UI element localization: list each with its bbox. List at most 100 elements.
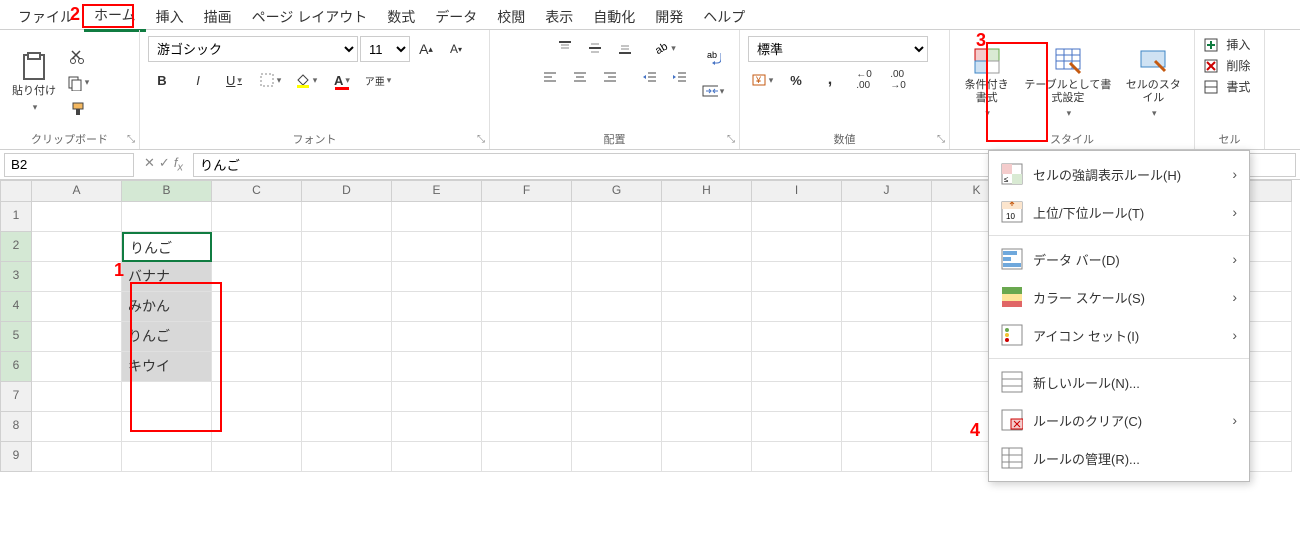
enter-formula-button[interactable]: ✓ — [159, 155, 170, 174]
cell-H2[interactable] — [662, 232, 752, 262]
col-header-C[interactable]: C — [212, 180, 302, 202]
cell-C2[interactable] — [212, 232, 302, 262]
cell-G9[interactable] — [572, 442, 662, 472]
cell-E9[interactable] — [392, 442, 482, 472]
cell-H4[interactable] — [662, 292, 752, 322]
format-cells-button[interactable]: 書式 — [1203, 78, 1250, 95]
cell-G3[interactable] — [572, 262, 662, 292]
cell-E1[interactable] — [392, 202, 482, 232]
cell-J3[interactable] — [842, 262, 932, 292]
cell-B9[interactable] — [122, 442, 212, 472]
cell-C1[interactable] — [212, 202, 302, 232]
row-header-1[interactable]: 1 — [0, 202, 32, 232]
cf-top-bottom-rules[interactable]: 10 上位/下位ルール(T)› — [989, 193, 1249, 231]
cell-F6[interactable] — [482, 352, 572, 382]
cf-clear-rules[interactable]: ルールのクリア(C)› — [989, 401, 1249, 439]
cell-J2[interactable] — [842, 232, 932, 262]
cell-D8[interactable] — [302, 412, 392, 442]
increase-decimal-button[interactable]: ←0.00 — [850, 68, 878, 92]
underline-button[interactable]: U — [220, 68, 248, 92]
cell-A1[interactable] — [32, 202, 122, 232]
font-launcher[interactable]: ⤡ — [477, 134, 485, 145]
align-right-button[interactable] — [596, 66, 624, 90]
cell-styles-button[interactable]: セルのスタイル — [1121, 41, 1186, 125]
cell-B6[interactable]: キウイ — [122, 352, 212, 382]
tab-help[interactable]: ヘルプ — [693, 3, 755, 31]
cell-J7[interactable] — [842, 382, 932, 412]
cell-A5[interactable] — [32, 322, 122, 352]
align-middle-button[interactable] — [581, 36, 609, 60]
cf-data-bars[interactable]: データ バー(D)› — [989, 240, 1249, 278]
tab-automate[interactable]: 自動化 — [583, 3, 645, 31]
cell-D1[interactable] — [302, 202, 392, 232]
italic-button[interactable]: I — [184, 68, 212, 92]
cell-E4[interactable] — [392, 292, 482, 322]
tab-page-layout[interactable]: ページ レイアウト — [242, 3, 378, 31]
cell-C6[interactable] — [212, 352, 302, 382]
border-button[interactable] — [256, 68, 284, 92]
align-left-button[interactable] — [536, 66, 564, 90]
cond-fmt-dropdown[interactable] — [983, 107, 990, 120]
cell-G6[interactable] — [572, 352, 662, 382]
cell-F4[interactable] — [482, 292, 572, 322]
row-header-9[interactable]: 9 — [0, 442, 32, 472]
conditional-formatting-button[interactable]: 条件付き書式 — [958, 41, 1015, 125]
cell-I5[interactable] — [752, 322, 842, 352]
name-box[interactable] — [4, 153, 134, 177]
align-top-button[interactable] — [551, 36, 579, 60]
cell-F2[interactable] — [482, 232, 572, 262]
cell-C3[interactable] — [212, 262, 302, 292]
table-fmt-dropdown[interactable] — [1065, 107, 1072, 120]
cf-highlight-rules[interactable]: ≤ セルの強調表示ルール(H)› — [989, 155, 1249, 193]
col-header-F[interactable]: F — [482, 180, 572, 202]
cell-F8[interactable] — [482, 412, 572, 442]
cell-G1[interactable] — [572, 202, 662, 232]
comma-button[interactable]: , — [816, 68, 844, 92]
col-header-D[interactable]: D — [302, 180, 392, 202]
format-as-table-button[interactable]: テーブルとして書式設定 — [1019, 41, 1116, 125]
clipboard-launcher[interactable]: ⤡ — [127, 134, 135, 145]
row-header-8[interactable]: 8 — [0, 412, 32, 442]
cell-B4[interactable]: みかん — [122, 292, 212, 322]
tab-home[interactable]: ホーム — [84, 1, 146, 32]
alignment-launcher[interactable]: ⤡ — [727, 134, 735, 145]
increase-font-button[interactable]: A▴ — [412, 37, 440, 61]
cell-H6[interactable] — [662, 352, 752, 382]
cell-I2[interactable] — [752, 232, 842, 262]
cf-manage-rules[interactable]: ルールの管理(R)... — [989, 439, 1249, 477]
number-format-select[interactable]: 標準 — [748, 36, 928, 62]
col-header-H[interactable]: H — [662, 180, 752, 202]
decrease-font-button[interactable]: A▾ — [442, 37, 470, 61]
cell-B7[interactable] — [122, 382, 212, 412]
align-bottom-button[interactable] — [611, 36, 639, 60]
cell-A7[interactable] — [32, 382, 122, 412]
cell-B8[interactable] — [122, 412, 212, 442]
cancel-formula-button[interactable]: ✕ — [144, 155, 155, 174]
cell-B3[interactable]: バナナ — [122, 262, 212, 292]
cell-E3[interactable] — [392, 262, 482, 292]
cell-E5[interactable] — [392, 322, 482, 352]
cell-G5[interactable] — [572, 322, 662, 352]
cell-I4[interactable] — [752, 292, 842, 322]
cell-D9[interactable] — [302, 442, 392, 472]
decrease-indent-button[interactable] — [636, 66, 664, 90]
cell-A3[interactable] — [32, 262, 122, 292]
tab-view[interactable]: 表示 — [535, 3, 583, 31]
accounting-format-button[interactable]: ¥ — [748, 68, 776, 92]
fx-button[interactable]: fx — [174, 155, 183, 174]
font-size-select[interactable]: 11 — [360, 36, 410, 62]
format-painter-button[interactable] — [64, 97, 92, 121]
font-color-button[interactable]: A — [328, 68, 356, 92]
col-header-B[interactable]: B — [122, 180, 212, 202]
cell-J5[interactable] — [842, 322, 932, 352]
cell-G8[interactable] — [572, 412, 662, 442]
cell-H1[interactable] — [662, 202, 752, 232]
cell-B5[interactable]: りんご — [122, 322, 212, 352]
tab-review[interactable]: 校閲 — [487, 3, 535, 31]
cell-A6[interactable] — [32, 352, 122, 382]
cell-I9[interactable] — [752, 442, 842, 472]
cell-G7[interactable] — [572, 382, 662, 412]
cell-E6[interactable] — [392, 352, 482, 382]
cell-F9[interactable] — [482, 442, 572, 472]
cell-C9[interactable] — [212, 442, 302, 472]
